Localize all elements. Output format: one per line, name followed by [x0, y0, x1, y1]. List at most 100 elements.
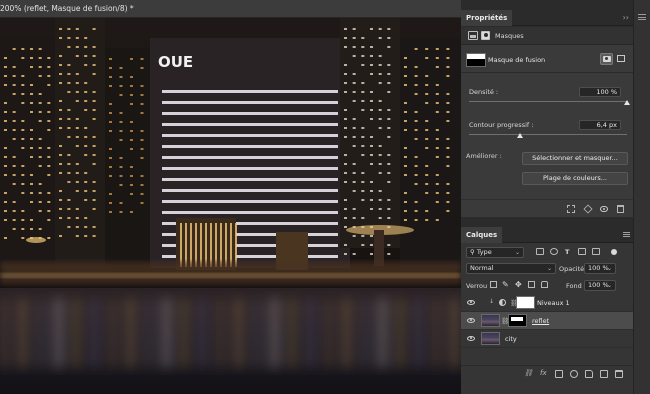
window-light — [446, 156, 450, 158]
panel-menu-icon[interactable] — [623, 232, 630, 237]
feather-slider-thumb[interactable] — [516, 133, 523, 138]
lock-pixels-icon[interactable]: ✎ — [502, 280, 509, 289]
window-light — [404, 57, 407, 59]
floor-light — [162, 101, 338, 104]
layer-row-reflet[interactable]: ⛓ reflet — [461, 312, 633, 330]
color-range-button[interactable]: Plage de couleurs... — [522, 172, 628, 185]
adjustment-filter-icon[interactable] — [550, 248, 558, 255]
add-mask-icon[interactable] — [555, 370, 563, 378]
window-light — [352, 172, 356, 174]
window-light — [12, 93, 16, 95]
improve-label: Améliorer : — [466, 152, 502, 160]
window-light — [425, 129, 429, 131]
window-light — [425, 138, 429, 140]
window-light — [435, 147, 439, 149]
filter-kind-select[interactable]: ⚲ Type ⌄ — [466, 247, 524, 258]
fx-icon[interactable]: fx — [540, 369, 547, 377]
new-group-icon[interactable] — [585, 370, 593, 378]
toggle-mask-icon[interactable] — [600, 206, 608, 212]
window-light — [130, 175, 133, 177]
feather-field[interactable]: 6,4 px — [579, 120, 621, 130]
window-light — [67, 91, 71, 93]
window-light — [435, 138, 439, 140]
window-light — [30, 219, 33, 221]
layer-mask-thumbnail[interactable] — [508, 314, 527, 327]
new-adjustment-icon[interactable] — [570, 370, 578, 378]
window-light — [119, 139, 123, 141]
vector-mask-button[interactable] — [615, 53, 628, 65]
smart-object-filter-icon[interactable] — [592, 248, 600, 255]
delete-mask-icon[interactable] — [617, 205, 624, 213]
select-and-mask-button[interactable]: Sélectionner et masquer... — [522, 152, 628, 165]
canvas-image[interactable]: OUE — [0, 18, 461, 394]
window-light — [435, 102, 439, 104]
window-light — [47, 57, 51, 59]
density-field[interactable]: 100 % — [579, 87, 621, 97]
window-light — [67, 82, 71, 84]
window-light — [352, 82, 356, 84]
visibility-eye-icon[interactable] — [467, 300, 475, 305]
window-light — [92, 28, 96, 30]
blend-mode-select[interactable]: Normal ⌄ — [466, 263, 556, 274]
shape-filter-icon[interactable] — [578, 248, 586, 255]
reflection-streak — [270, 298, 279, 368]
pavilion-light — [195, 223, 197, 267]
properties-tab[interactable]: Propriétés — [461, 10, 513, 26]
pavilion-light — [230, 223, 232, 267]
pixel-mask-button[interactable] — [600, 53, 613, 65]
window-light — [344, 37, 347, 39]
density-slider-track[interactable] — [469, 101, 627, 102]
window-light — [387, 109, 391, 111]
link-layers-icon[interactable]: ⛓ — [524, 369, 533, 377]
window-light — [30, 111, 33, 113]
lock-transparency-icon[interactable] — [490, 281, 497, 288]
window-light — [92, 190, 96, 192]
collapse-panels-icon[interactable]: ›› — [623, 13, 629, 22]
lock-all-icon[interactable] — [541, 281, 548, 288]
feather-slider-track[interactable] — [469, 134, 627, 135]
mask-name-label: Masque de fusion — [488, 56, 546, 64]
apply-mask-icon[interactable] — [583, 204, 593, 214]
window-light — [38, 183, 42, 185]
load-selection-icon[interactable] — [567, 205, 575, 213]
window-light — [84, 109, 88, 111]
fill-field[interactable]: 100 % ⌄ — [584, 280, 616, 291]
layer-name[interactable]: city — [505, 335, 517, 343]
city-night-photo: OUE — [0, 18, 461, 394]
window-light — [361, 154, 365, 156]
window-light — [75, 82, 79, 84]
layer-name[interactable]: reflet — [532, 317, 549, 325]
window-light — [38, 102, 42, 104]
window-light — [21, 75, 25, 77]
window-light — [119, 94, 123, 96]
opacity-field[interactable]: 100 % ⌄ — [584, 263, 616, 274]
lock-artboard-icon[interactable] — [528, 281, 535, 288]
visibility-eye-icon[interactable] — [467, 318, 475, 323]
window-light — [370, 91, 373, 93]
lock-position-icon[interactable]: ✥ — [515, 280, 522, 289]
window-light — [30, 174, 33, 176]
window-light — [47, 201, 51, 203]
document-tab[interactable]: 200% (reflet, Masque de fusion/8) * — [0, 0, 461, 18]
window-light — [84, 37, 88, 39]
text-filter-icon[interactable]: T — [565, 248, 569, 256]
window-light — [344, 73, 347, 75]
layers-tab[interactable]: Calques — [461, 227, 503, 243]
window-light — [119, 211, 123, 213]
visibility-eye-icon[interactable] — [467, 336, 475, 341]
filter-toggle-icon[interactable] — [611, 249, 617, 255]
window-light — [446, 165, 450, 167]
layer-name[interactable]: Niveaux 1 — [537, 299, 570, 307]
density-slider-thumb[interactable] — [624, 100, 630, 105]
window-light — [59, 217, 62, 219]
pixel-filter-icon[interactable] — [536, 248, 544, 255]
layer-row-niveaux[interactable]: ↓ ⛓ Niveaux 1 — [461, 294, 633, 312]
delete-layer-icon[interactable] — [615, 370, 623, 378]
new-layer-icon[interactable] — [600, 370, 608, 378]
window-light — [414, 111, 418, 113]
window-light — [21, 93, 25, 95]
layer-row-city[interactable]: city — [461, 330, 633, 348]
panel-options-icon[interactable] — [638, 14, 646, 20]
window-light — [378, 190, 382, 192]
reflection-streak — [360, 298, 369, 368]
